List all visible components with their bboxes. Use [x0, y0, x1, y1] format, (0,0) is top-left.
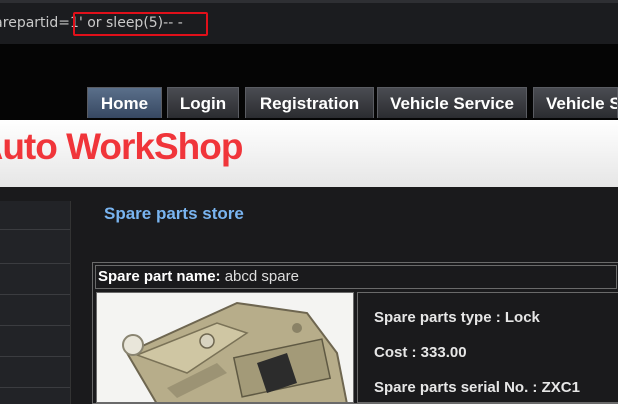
tab-vehicle-service[interactable]: Vehicle Service [377, 87, 527, 118]
injection-highlight-box [73, 12, 208, 36]
sidebar-divider [0, 294, 70, 295]
site-banner: Car Auto WorkShop [0, 120, 618, 187]
sidebar [0, 201, 71, 404]
page-content: Spare parts store Spare part name: abcd … [0, 187, 618, 404]
tab-home[interactable]: Home [87, 87, 162, 118]
sidebar-divider [0, 263, 70, 264]
lock-part-image [97, 293, 353, 402]
spare-part-cost: Cost : 333.00 [374, 344, 467, 361]
address-bar[interactable]: sparepartid=1' or sleep(5)-- - [0, 0, 618, 44]
spare-part-serial: Spare parts serial No. : ZXC1 [374, 379, 580, 396]
sidebar-divider [0, 387, 70, 388]
spare-part-name-value: abcd spare [224, 268, 299, 285]
sidebar-divider [0, 325, 70, 326]
spare-part-image [96, 292, 354, 403]
section-title: Spare parts store [104, 204, 244, 223]
tab-login[interactable]: Login [167, 87, 239, 118]
spare-part-type: Spare parts type : Lock [374, 309, 540, 326]
tab-vehicle-servicing[interactable]: Vehicle Servicing [533, 87, 618, 118]
sidebar-divider [0, 356, 70, 357]
spare-part-panel: Spare part name: abcd spare Spare parts … [92, 262, 618, 404]
spare-part-name-label: Spare part name: [98, 268, 221, 285]
spare-part-name-row: Spare part name: abcd spare [95, 265, 617, 289]
spare-part-details: Spare parts type : Lock Cost : 333.00 Sp… [357, 292, 618, 403]
sidebar-divider [0, 229, 70, 230]
tab-registration[interactable]: Registration [245, 87, 374, 118]
site-title: Car Auto WorkShop [0, 126, 243, 167]
